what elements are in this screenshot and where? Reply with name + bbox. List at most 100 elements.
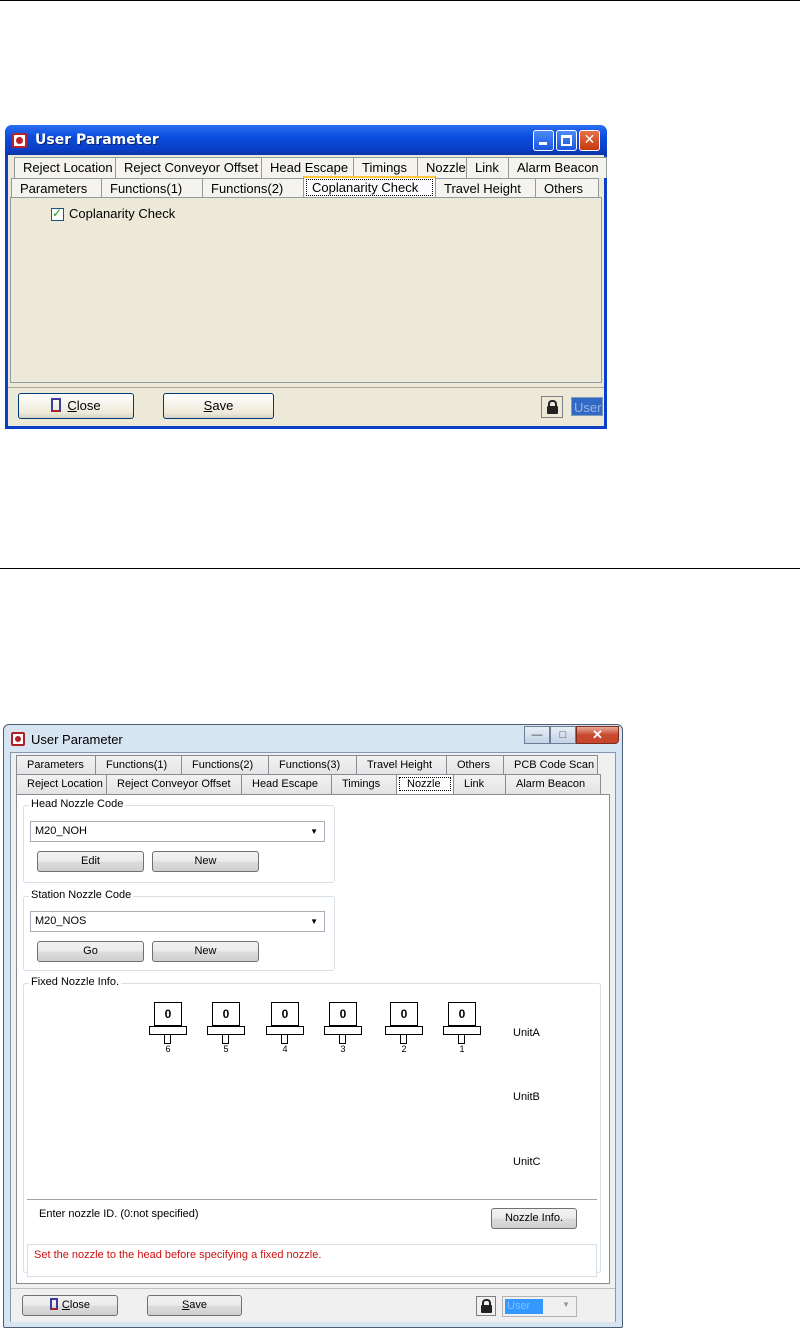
station-nozzle-group: Station Nozzle Code M20_NOS ▼ Go New — [23, 889, 335, 971]
tab-row-2: Reject Location Reject Conveyor Offset H… — [16, 774, 601, 794]
tab-reject-location[interactable]: Reject Location — [16, 774, 107, 794]
title-bar[interactable]: User Parameter ✕ — [5, 125, 607, 155]
nozzle-tip — [164, 1034, 171, 1044]
coplanarity-checkbox-label[interactable]: Coplanarity Check — [69, 206, 175, 221]
nozzle-id-input[interactable]: 0 — [329, 1002, 357, 1026]
maximize-icon — [561, 135, 572, 146]
close-button[interactable]: Close — [18, 393, 134, 419]
head-nozzle-combo[interactable]: M20_NOH ▼ — [30, 821, 325, 842]
tab-travel-height[interactable]: Travel Height — [356, 755, 447, 775]
close-accel: C — [61, 1299, 70, 1311]
nozzle-tip — [222, 1034, 229, 1044]
close-window-button[interactable]: ✕ — [576, 726, 619, 744]
nozzle-number: 4 — [282, 1044, 288, 1054]
maximize-button[interactable] — [556, 130, 577, 151]
nozzle-id-input[interactable]: 0 — [271, 1002, 299, 1026]
chevron-down-icon: ▼ — [310, 827, 318, 836]
tab-timings[interactable]: Timings — [353, 157, 418, 178]
save-label: ave — [189, 1299, 208, 1311]
head-nozzle-value: M20_NOH — [35, 825, 87, 837]
tab-coplanarity-check[interactable]: Coplanarity Check — [303, 176, 436, 199]
tab-parameters[interactable]: Parameters — [11, 178, 102, 199]
nozzle-tip — [339, 1034, 346, 1044]
tab-row-2: Parameters Functions(1) Functions(2) Cop… — [11, 176, 599, 199]
tab-reject-conveyor-offset[interactable]: Reject Conveyor Offset — [106, 774, 242, 794]
nozzle-slot-1: 0 1 — [443, 1002, 481, 1062]
app-icon — [11, 732, 25, 746]
station-nozzle-combo[interactable]: M20_NOS ▼ — [30, 911, 325, 932]
tab-travel-height[interactable]: Travel Height — [435, 178, 536, 199]
nozzle-slot-5: 0 5 — [207, 1002, 245, 1062]
head-new-button[interactable]: New — [152, 851, 259, 872]
nozzle-tip — [400, 1034, 407, 1044]
station-nozzle-group-label: Station Nozzle Code — [29, 889, 134, 901]
unit-b-label: UnitB — [513, 1091, 540, 1103]
edit-button[interactable]: Edit — [37, 851, 144, 872]
warning-message: Set the nozzle to the head before specif… — [27, 1244, 597, 1277]
close-window-button[interactable]: ✕ — [579, 130, 600, 151]
tab-nozzle[interactable]: Nozzle — [417, 157, 467, 178]
chevron-down-icon: ▼ — [310, 917, 318, 926]
close-label: lose — [76, 398, 101, 413]
close-icon: ✕ — [592, 727, 603, 742]
maximize-icon: □ — [559, 729, 567, 741]
nozzle-info-button[interactable]: Nozzle Info. — [491, 1208, 577, 1229]
station-nozzle-value: M20_NOS — [35, 915, 87, 927]
lock-button[interactable] — [476, 1296, 496, 1316]
tab-functions-3[interactable]: Functions(3) — [268, 755, 357, 775]
tab-others[interactable]: Others — [446, 755, 504, 775]
tab-functions-1[interactable]: Functions(1) — [101, 178, 203, 199]
nozzle-tab-panel: Head Nozzle Code M20_NOH ▼ Edit New Stat… — [16, 794, 610, 1284]
save-button[interactable]: Save — [147, 1295, 242, 1316]
minimize-button[interactable] — [533, 130, 554, 151]
coplanarity-checkbox[interactable]: ✓ — [51, 206, 64, 221]
tab-nozzle[interactable]: Nozzle — [396, 774, 454, 794]
nozzle-tip — [281, 1034, 288, 1044]
save-button[interactable]: Save — [163, 393, 274, 419]
minimize-icon — [539, 142, 547, 145]
tab-functions-2[interactable]: Functions(2) — [202, 178, 304, 199]
tab-row-1: Reject Location Reject Conveyor Offset H… — [14, 157, 607, 178]
tab-parameters[interactable]: Parameters — [16, 755, 96, 775]
tab-head-escape[interactable]: Head Escape — [241, 774, 332, 794]
user-level-box[interactable]: User — [571, 397, 603, 416]
lock-button[interactable] — [541, 396, 563, 418]
tab-alarm-beacon[interactable]: Alarm Beacon — [505, 774, 601, 794]
fixed-nozzle-group-label: Fixed Nozzle Info. — [29, 976, 122, 988]
go-button[interactable]: Go — [37, 941, 144, 962]
station-new-button[interactable]: New — [152, 941, 259, 962]
tab-link[interactable]: Link — [466, 157, 509, 178]
tab-functions-1[interactable]: Functions(1) — [95, 755, 182, 775]
nozzle-slot-2: 0 2 — [385, 1002, 423, 1062]
head-nozzle-group-label: Head Nozzle Code — [29, 798, 126, 810]
user-parameter-window-win7: User Parameter — □ ✕ Parameters Function… — [3, 724, 623, 1328]
tab-pcb-code-scan[interactable]: PCB Code Scan — [503, 755, 598, 775]
tab-timings[interactable]: Timings — [331, 774, 397, 794]
tab-functions-2[interactable]: Functions(2) — [181, 755, 269, 775]
maximize-button[interactable]: □ — [550, 726, 576, 744]
tab-reject-location[interactable]: Reject Location — [14, 157, 116, 178]
tab-link[interactable]: Link — [453, 774, 506, 794]
nozzle-id-input[interactable]: 0 — [154, 1002, 182, 1026]
tab-row-1: Parameters Functions(1) Functions(2) Fun… — [16, 755, 598, 775]
fixed-nozzle-group: Fixed Nozzle Info. 0 6 0 5 0 4 0 3 0 2 0… — [23, 976, 601, 1277]
tab-head-escape[interactable]: Head Escape — [261, 157, 354, 178]
nozzle-id-hint: Enter nozzle ID. (0:not specified) — [39, 1208, 199, 1220]
close-accel: C — [67, 398, 77, 413]
nozzle-tip — [458, 1034, 465, 1044]
close-label: lose — [69, 1299, 91, 1311]
tab-alarm-beacon[interactable]: Alarm Beacon — [508, 157, 607, 178]
tab-panel: ✓ Coplanarity Check — [10, 197, 602, 383]
save-label: ave — [212, 398, 234, 413]
nozzle-id-input[interactable]: 0 — [390, 1002, 418, 1026]
minimize-button[interactable]: — — [524, 726, 550, 744]
user-level-combo[interactable]: User ▼ — [502, 1296, 577, 1317]
head-nozzle-group: Head Nozzle Code M20_NOH ▼ Edit New — [23, 798, 335, 883]
tab-reject-conveyor-offset[interactable]: Reject Conveyor Offset — [115, 157, 262, 178]
nozzle-id-input[interactable]: 0 — [212, 1002, 240, 1026]
nozzle-number: 6 — [165, 1044, 171, 1054]
nozzle-id-input[interactable]: 0 — [448, 1002, 476, 1026]
close-button[interactable]: Close — [22, 1295, 118, 1316]
door-icon — [51, 398, 62, 412]
tab-others[interactable]: Others — [535, 178, 599, 199]
